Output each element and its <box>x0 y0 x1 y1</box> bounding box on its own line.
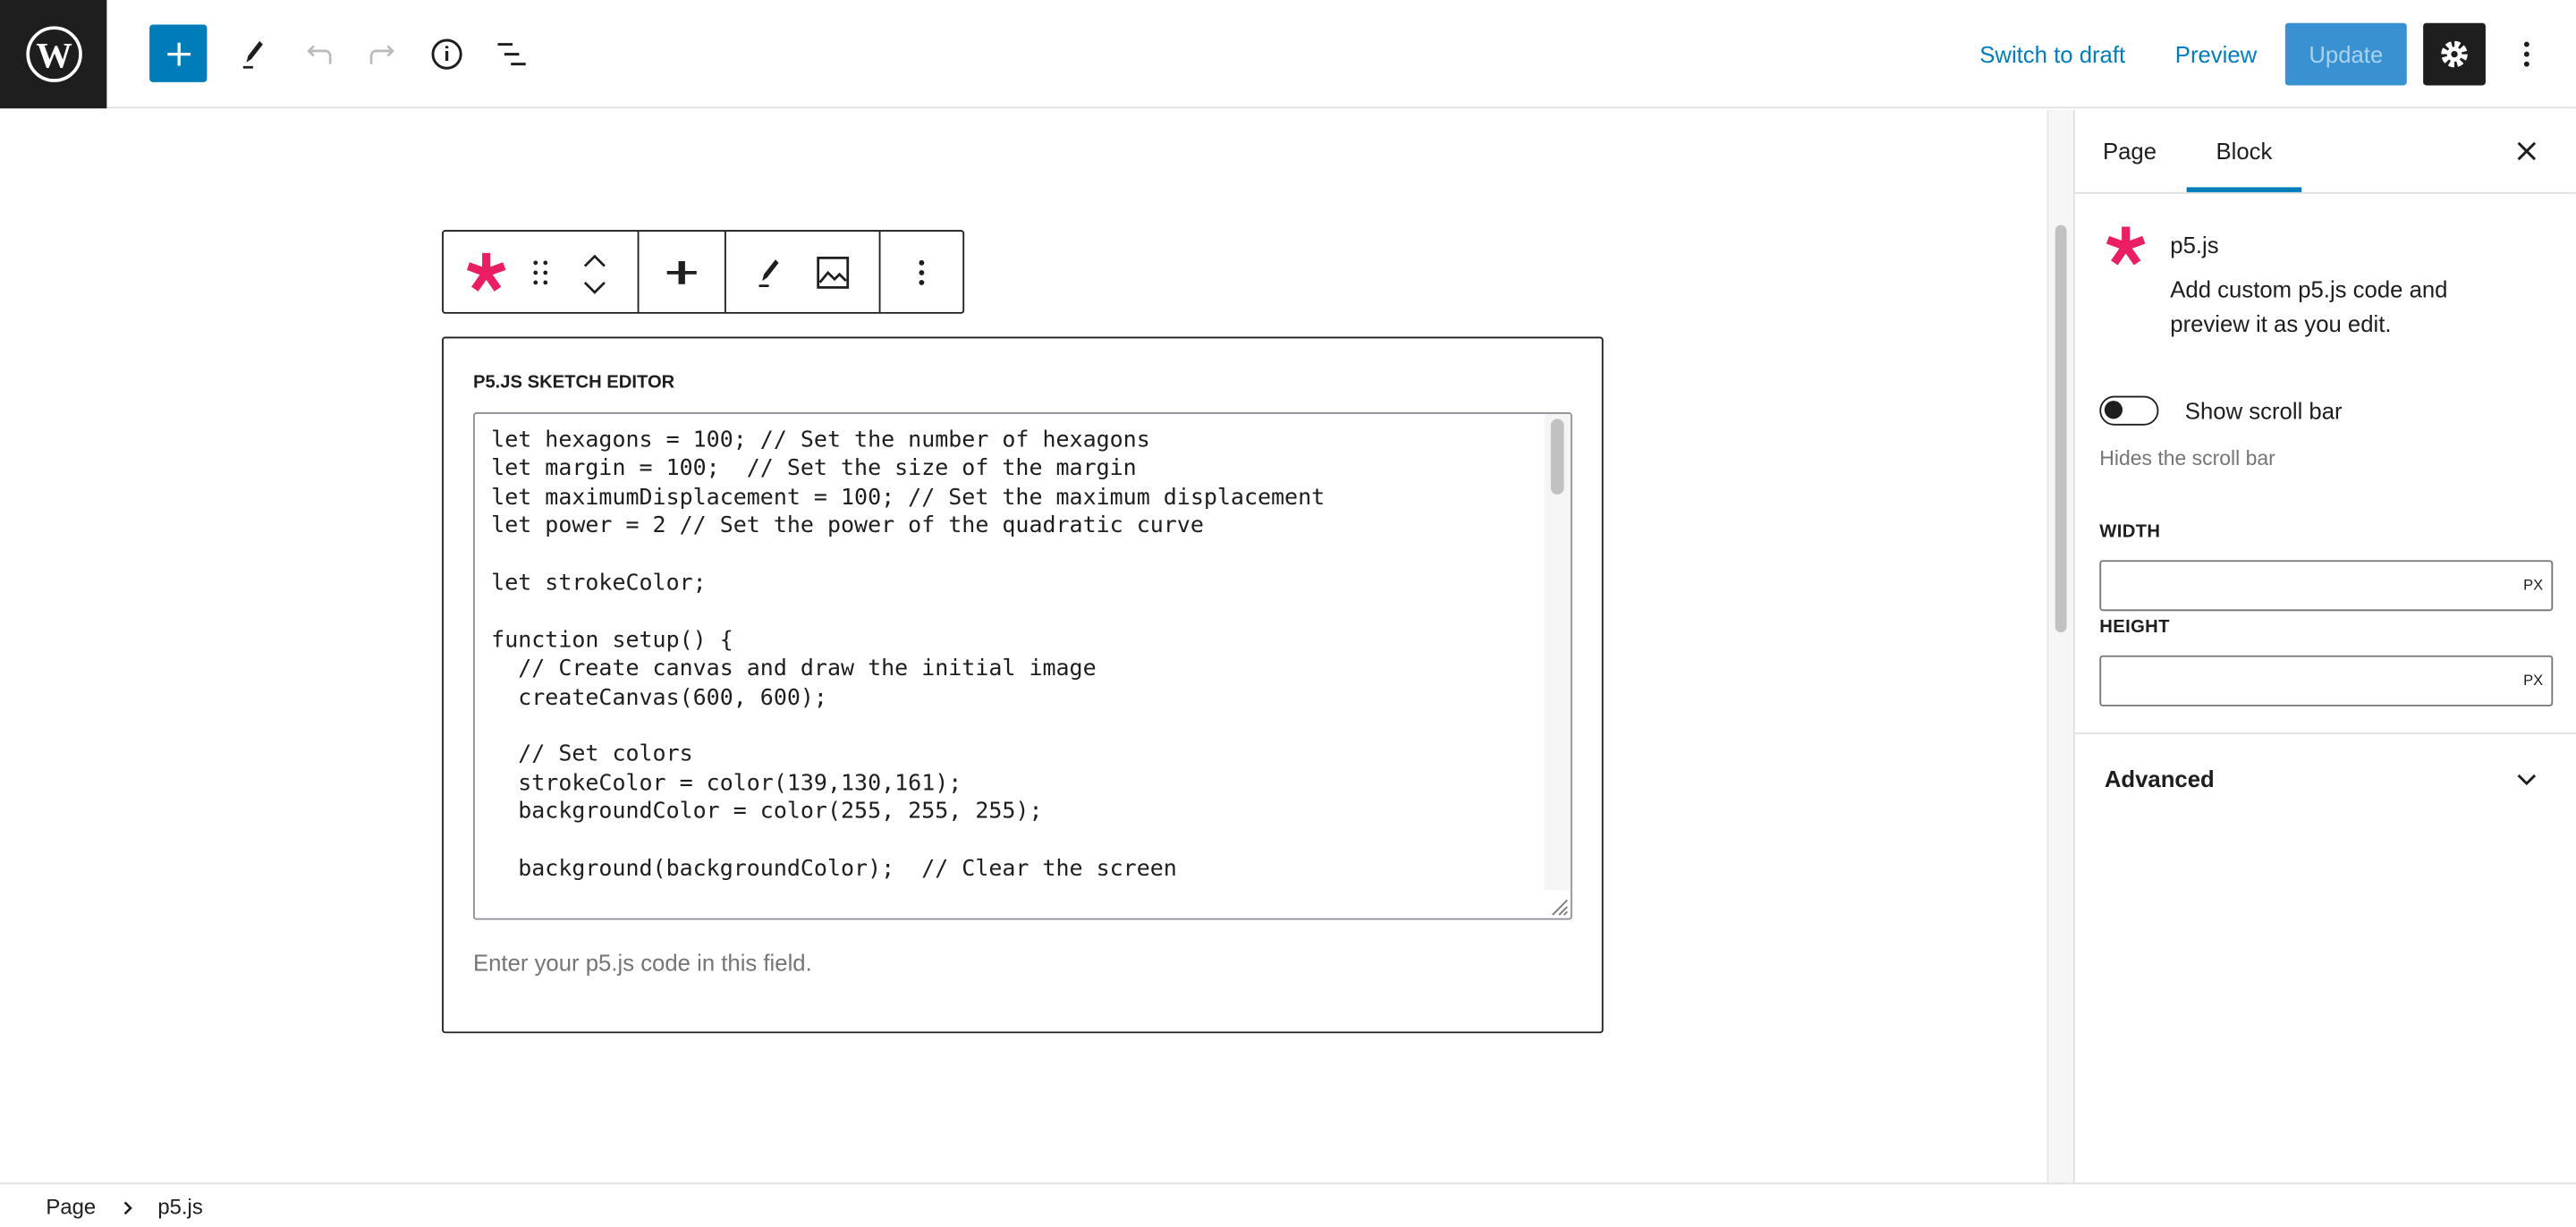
width-label: WIDTH <box>2099 522 2161 543</box>
block-options-icon[interactable] <box>897 248 946 297</box>
info-icon[interactable] <box>422 30 471 79</box>
toolbar-divider <box>724 231 726 312</box>
list-view-icon[interactable] <box>487 30 537 79</box>
editor-label: P5.JS SKETCH EDITOR <box>472 372 675 393</box>
advanced-panel-toggle[interactable]: Advanced <box>2075 734 2576 825</box>
code-scrollbar-thumb[interactable] <box>1550 419 1564 495</box>
settings-sidebar: Page Block p5.js Add custom p5.js code a… <box>2072 110 2576 1183</box>
editor-header: W Switch to draft Preview Update <box>0 0 2576 109</box>
code-content[interactable]: let hexagons = 100; // Set the number of… <box>475 414 1571 898</box>
settings-button[interactable] <box>2423 22 2486 86</box>
block-toolbar <box>442 230 965 314</box>
toggle-label[interactable]: Show scroll bar <box>2185 397 2343 423</box>
editor-help-text: Enter your p5.js code in this field. <box>472 949 812 976</box>
chevron-down-icon <box>2517 774 2537 786</box>
sidebar-tabs: Page Block <box>2074 110 2576 194</box>
resize-handle-icon[interactable] <box>1549 897 1569 917</box>
preview-image-icon[interactable] <box>809 248 858 297</box>
show-scroll-bar-toggle[interactable] <box>2099 395 2159 426</box>
preview-button[interactable]: Preview <box>2175 41 2257 67</box>
advanced-label: Advanced <box>2104 765 2215 792</box>
height-unit: PX <box>2523 672 2544 689</box>
add-block-button[interactable] <box>149 24 208 82</box>
gear-icon <box>2441 40 2468 68</box>
plus-icon <box>166 41 191 65</box>
p5-block-icon <box>2106 226 2146 266</box>
tab-block[interactable]: Block <box>2186 110 2302 192</box>
undo-icon[interactable] <box>294 30 343 79</box>
pen-icon[interactable] <box>228 30 277 79</box>
breadcrumb: Page p5.js <box>0 1182 2576 1227</box>
code-editor-textarea[interactable]: let hexagons = 100; // Set the number of… <box>472 412 1572 920</box>
canvas-scrollbar-thumb[interactable] <box>2055 224 2067 633</box>
block-description: Add custom p5.js code and preview it as … <box>2170 275 2448 337</box>
height-label: HEIGHT <box>2099 617 2170 638</box>
block-name: p5.js <box>2170 231 2219 258</box>
align-icon[interactable] <box>657 248 707 297</box>
switch-to-draft-button[interactable]: Switch to draft <box>1979 41 2125 67</box>
svg-text:W: W <box>35 35 71 75</box>
width-unit: PX <box>2523 576 2544 594</box>
more-vertical-icon[interactable] <box>2502 30 2551 79</box>
tab-page[interactable]: Page <box>2103 138 2157 164</box>
canvas-scrollbar[interactable] <box>2046 110 2073 1183</box>
redo-icon[interactable] <box>358 30 407 79</box>
width-input[interactable]: PX <box>2099 560 2554 612</box>
close-icon[interactable] <box>2502 126 2551 175</box>
toggle-help: Hides the scroll bar <box>2099 446 2275 470</box>
toolbar-divider <box>637 231 640 312</box>
toolbar-divider <box>878 231 881 312</box>
breadcrumb-current[interactable]: p5.js <box>157 1194 202 1219</box>
update-button[interactable]: Update <box>2284 22 2407 86</box>
height-input[interactable]: PX <box>2099 655 2554 707</box>
drag-handle-icon[interactable] <box>516 248 565 297</box>
move-down-icon[interactable] <box>570 263 619 312</box>
code-scrollbar[interactable] <box>1544 413 1571 891</box>
wordpress-logo[interactable]: W <box>0 0 107 109</box>
toggle-knob <box>2104 401 2123 419</box>
breadcrumb-page[interactable]: Page <box>46 1194 96 1219</box>
chevron-right-icon <box>123 1201 132 1215</box>
edit-icon[interactable] <box>744 248 793 297</box>
p5-block-icon[interactable] <box>462 248 511 297</box>
